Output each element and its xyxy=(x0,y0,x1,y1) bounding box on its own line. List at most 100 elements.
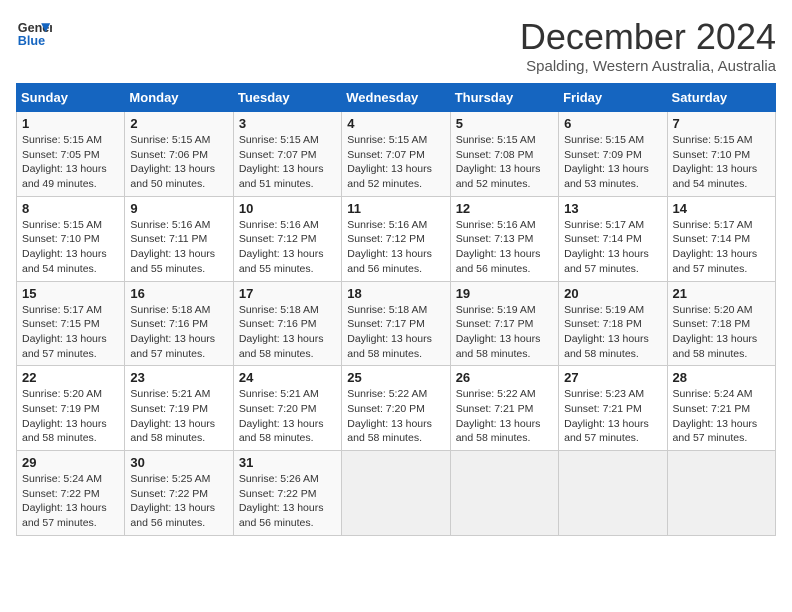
day-number: 1 xyxy=(22,116,119,131)
day-cell: 26 Sunrise: 5:22 AM Sunset: 7:21 PM Dayli… xyxy=(450,366,558,451)
day-info: Sunrise: 5:15 AM Sunset: 7:07 PM Dayligh… xyxy=(347,133,444,192)
day-info: Sunrise: 5:17 AM Sunset: 7:14 PM Dayligh… xyxy=(564,218,661,277)
day-number: 20 xyxy=(564,286,661,301)
day-cell: 14 Sunrise: 5:17 AM Sunset: 7:14 PM Dayli… xyxy=(667,196,775,281)
day-number: 8 xyxy=(22,201,119,216)
day-header-wednesday: Wednesday xyxy=(342,84,450,112)
day-number: 18 xyxy=(347,286,444,301)
week-row-1: 1 Sunrise: 5:15 AM Sunset: 7:05 PM Daylig… xyxy=(17,112,776,197)
day-cell: 17 Sunrise: 5:18 AM Sunset: 7:16 PM Dayli… xyxy=(233,281,341,366)
day-number: 13 xyxy=(564,201,661,216)
day-cell: 21 Sunrise: 5:20 AM Sunset: 7:18 PM Dayli… xyxy=(667,281,775,366)
day-cell: 3 Sunrise: 5:15 AM Sunset: 7:07 PM Daylig… xyxy=(233,112,341,197)
day-number: 29 xyxy=(22,455,119,470)
day-info: Sunrise: 5:20 AM Sunset: 7:18 PM Dayligh… xyxy=(673,303,770,362)
day-number: 15 xyxy=(22,286,119,301)
week-row-3: 15 Sunrise: 5:17 AM Sunset: 7:15 PM Dayli… xyxy=(17,281,776,366)
day-number: 30 xyxy=(130,455,227,470)
day-cell: 6 Sunrise: 5:15 AM Sunset: 7:09 PM Daylig… xyxy=(559,112,667,197)
day-cell: 27 Sunrise: 5:23 AM Sunset: 7:21 PM Dayli… xyxy=(559,366,667,451)
day-cell: 28 Sunrise: 5:24 AM Sunset: 7:21 PM Dayli… xyxy=(667,366,775,451)
day-info: Sunrise: 5:15 AM Sunset: 7:08 PM Dayligh… xyxy=(456,133,553,192)
header-row: SundayMondayTuesdayWednesdayThursdayFrid… xyxy=(17,84,776,112)
day-info: Sunrise: 5:21 AM Sunset: 7:19 PM Dayligh… xyxy=(130,387,227,446)
page-header: General Blue December 2024 Spalding, Wes… xyxy=(16,16,776,75)
day-info: Sunrise: 5:18 AM Sunset: 7:17 PM Dayligh… xyxy=(347,303,444,362)
day-cell: 2Sunrise: 5:15 AM Sunset: 7:06 PM Daylig… xyxy=(125,112,233,197)
day-cell: 4Sunrise: 5:15 AM Sunset: 7:07 PM Daylig… xyxy=(342,112,450,197)
day-info: Sunrise: 5:26 AM Sunset: 7:22 PM Dayligh… xyxy=(239,472,336,531)
day-info: Sunrise: 5:15 AM Sunset: 7:05 PM Dayligh… xyxy=(22,133,119,192)
day-number: 14 xyxy=(673,201,770,216)
day-info: Sunrise: 5:24 AM Sunset: 7:22 PM Dayligh… xyxy=(22,472,119,531)
day-info: Sunrise: 5:18 AM Sunset: 7:16 PM Dayligh… xyxy=(239,303,336,362)
title-block: December 2024 Spalding, Western Australi… xyxy=(520,16,776,75)
day-info: Sunrise: 5:16 AM Sunset: 7:12 PM Dayligh… xyxy=(239,218,336,277)
day-cell: 22 Sunrise: 5:20 AM Sunset: 7:19 PM Dayli… xyxy=(17,366,125,451)
day-number: 3 xyxy=(239,116,336,131)
day-number: 11 xyxy=(347,201,444,216)
week-row-4: 22 Sunrise: 5:20 AM Sunset: 7:19 PM Dayli… xyxy=(17,366,776,451)
day-cell xyxy=(559,451,667,536)
day-info: Sunrise: 5:15 AM Sunset: 7:06 PM Dayligh… xyxy=(130,133,227,192)
day-number: 6 xyxy=(564,116,661,131)
day-cell: 9Sunrise: 5:16 AM Sunset: 7:11 PM Daylig… xyxy=(125,196,233,281)
day-info: Sunrise: 5:18 AM Sunset: 7:16 PM Dayligh… xyxy=(130,303,227,362)
day-header-friday: Friday xyxy=(559,84,667,112)
svg-text:Blue: Blue xyxy=(18,34,45,48)
week-row-5: 29 Sunrise: 5:24 AM Sunset: 7:22 PM Dayli… xyxy=(17,451,776,536)
day-header-sunday: Sunday xyxy=(17,84,125,112)
day-cell xyxy=(342,451,450,536)
day-info: Sunrise: 5:22 AM Sunset: 7:21 PM Dayligh… xyxy=(456,387,553,446)
day-info: Sunrise: 5:15 AM Sunset: 7:07 PM Dayligh… xyxy=(239,133,336,192)
day-info: Sunrise: 5:17 AM Sunset: 7:15 PM Dayligh… xyxy=(22,303,119,362)
day-cell: 31 Sunrise: 5:26 AM Sunset: 7:22 PM Dayli… xyxy=(233,451,341,536)
day-number: 19 xyxy=(456,286,553,301)
day-info: Sunrise: 5:15 AM Sunset: 7:09 PM Dayligh… xyxy=(564,133,661,192)
month-title: December 2024 xyxy=(520,16,776,58)
day-cell: 19 Sunrise: 5:19 AM Sunset: 7:17 PM Dayli… xyxy=(450,281,558,366)
day-cell: 20 Sunrise: 5:19 AM Sunset: 7:18 PM Dayli… xyxy=(559,281,667,366)
day-header-monday: Monday xyxy=(125,84,233,112)
day-number: 12 xyxy=(456,201,553,216)
day-number: 28 xyxy=(673,370,770,385)
day-info: Sunrise: 5:16 AM Sunset: 7:13 PM Dayligh… xyxy=(456,218,553,277)
day-header-saturday: Saturday xyxy=(667,84,775,112)
week-row-2: 8Sunrise: 5:15 AM Sunset: 7:10 PM Daylig… xyxy=(17,196,776,281)
day-info: Sunrise: 5:24 AM Sunset: 7:21 PM Dayligh… xyxy=(673,387,770,446)
logo: General Blue xyxy=(16,16,52,52)
day-info: Sunrise: 5:17 AM Sunset: 7:14 PM Dayligh… xyxy=(673,218,770,277)
day-info: Sunrise: 5:16 AM Sunset: 7:12 PM Dayligh… xyxy=(347,218,444,277)
day-number: 17 xyxy=(239,286,336,301)
day-cell: 10 Sunrise: 5:16 AM Sunset: 7:12 PM Dayli… xyxy=(233,196,341,281)
day-cell: 15 Sunrise: 5:17 AM Sunset: 7:15 PM Dayli… xyxy=(17,281,125,366)
day-cell: 18 Sunrise: 5:18 AM Sunset: 7:17 PM Dayli… xyxy=(342,281,450,366)
day-cell: 24Sunrise: 5:21 AM Sunset: 7:20 PM Dayli… xyxy=(233,366,341,451)
day-cell: 8Sunrise: 5:15 AM Sunset: 7:10 PM Daylig… xyxy=(17,196,125,281)
day-cell: 13 Sunrise: 5:17 AM Sunset: 7:14 PM Dayli… xyxy=(559,196,667,281)
day-info: Sunrise: 5:21 AM Sunset: 7:20 PM Dayligh… xyxy=(239,387,336,446)
location-subtitle: Spalding, Western Australia, Australia xyxy=(520,58,776,75)
day-number: 10 xyxy=(239,201,336,216)
day-number: 5 xyxy=(456,116,553,131)
day-info: Sunrise: 5:19 AM Sunset: 7:18 PM Dayligh… xyxy=(564,303,661,362)
day-number: 23 xyxy=(130,370,227,385)
day-cell: 30 Sunrise: 5:25 AM Sunset: 7:22 PM Dayli… xyxy=(125,451,233,536)
day-cell: 5 Sunrise: 5:15 AM Sunset: 7:08 PM Daylig… xyxy=(450,112,558,197)
day-cell xyxy=(450,451,558,536)
day-number: 21 xyxy=(673,286,770,301)
day-info: Sunrise: 5:25 AM Sunset: 7:22 PM Dayligh… xyxy=(130,472,227,531)
day-cell: 29 Sunrise: 5:24 AM Sunset: 7:22 PM Dayli… xyxy=(17,451,125,536)
day-info: Sunrise: 5:20 AM Sunset: 7:19 PM Dayligh… xyxy=(22,387,119,446)
day-number: 22 xyxy=(22,370,119,385)
day-cell: 1 Sunrise: 5:15 AM Sunset: 7:05 PM Daylig… xyxy=(17,112,125,197)
day-number: 27 xyxy=(564,370,661,385)
day-info: Sunrise: 5:19 AM Sunset: 7:17 PM Dayligh… xyxy=(456,303,553,362)
day-cell: 23 Sunrise: 5:21 AM Sunset: 7:19 PM Dayli… xyxy=(125,366,233,451)
day-number: 25 xyxy=(347,370,444,385)
day-number: 31 xyxy=(239,455,336,470)
day-info: Sunrise: 5:23 AM Sunset: 7:21 PM Dayligh… xyxy=(564,387,661,446)
day-number: 7 xyxy=(673,116,770,131)
day-number: 26 xyxy=(456,370,553,385)
day-info: Sunrise: 5:15 AM Sunset: 7:10 PM Dayligh… xyxy=(673,133,770,192)
